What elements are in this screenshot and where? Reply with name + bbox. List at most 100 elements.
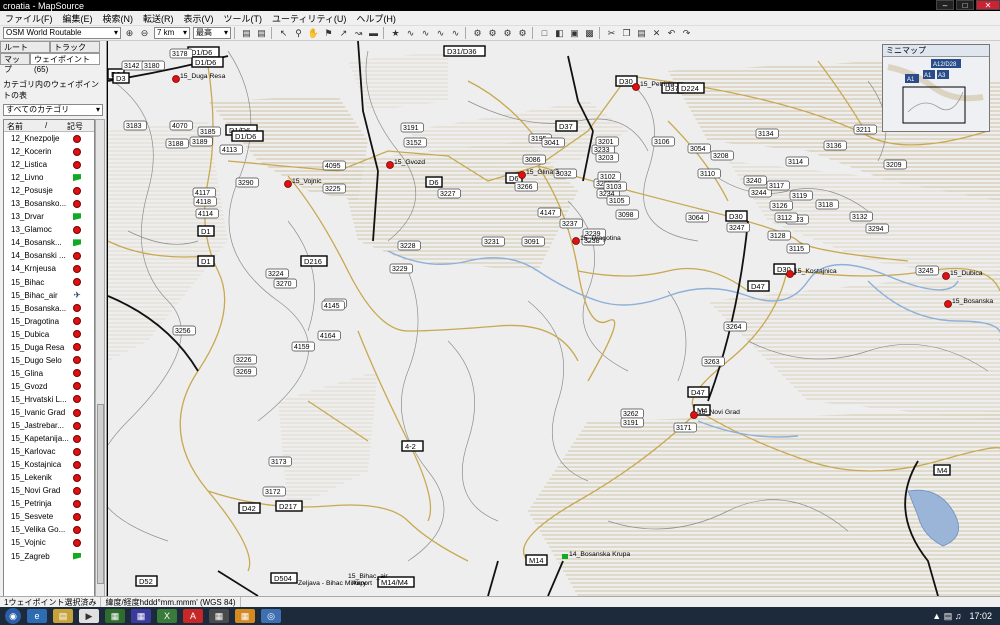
waypoint-marker[interactable] [690, 411, 698, 419]
list-item[interactable]: 15_Glina [4, 367, 94, 380]
layer-icon[interactable]: ∿ [449, 27, 462, 39]
menu-find[interactable]: 検索(N) [98, 12, 139, 25]
redo-icon[interactable]: ↷ [680, 27, 693, 39]
col-name-header[interactable]: 名前 [4, 120, 42, 131]
map-layer-icon[interactable]: ★ [389, 27, 402, 39]
waypoint-list[interactable]: 名前 / 記号 12_Knezpolje 12_Kocerin 12_Listica… [3, 119, 95, 605]
copy-icon[interactable]: ❐ [620, 27, 633, 39]
waypoint-marker[interactable] [172, 75, 180, 83]
list-item[interactable]: 15_Bosanska... [4, 302, 94, 315]
waypoint-flag-marker[interactable] [562, 554, 568, 559]
list-item[interactable]: 15_Kostajnica [4, 458, 94, 471]
list-item[interactable]: 15_Vojnic [4, 536, 94, 549]
minimize-button[interactable]: – [936, 0, 954, 10]
list-item[interactable]: 12_Listica [4, 158, 94, 171]
start-button[interactable]: ◉ [5, 608, 21, 624]
waypoint-marker[interactable] [284, 180, 292, 188]
waypoint-list-scrollbar[interactable] [95, 119, 105, 605]
menu-transfer[interactable]: 転送(R) [138, 12, 179, 25]
waypoint-tool-icon[interactable]: ⚑ [322, 27, 335, 39]
app-icon[interactable]: ▦ [131, 609, 151, 623]
maximize-button[interactable]: □ [956, 0, 974, 10]
new-icon[interactable]: □ [538, 27, 551, 39]
list-item[interactable]: 12_Kocerin [4, 145, 94, 158]
map-view[interactable]: D3D3D1/D6D1/D6D1/D6D1/D6D1D1D31/D36D37D3… [108, 41, 1000, 596]
layer-icon[interactable]: ∿ [404, 27, 417, 39]
list-item[interactable]: 13_Bosansko... [4, 197, 94, 210]
map-canvas[interactable]: D3D3D1/D6D1/D6D1/D6D1/D6D1D1D31/D36D37D3… [108, 41, 1000, 596]
layer-icon[interactable]: ∿ [419, 27, 432, 39]
list-item[interactable]: 15_Dubica [4, 328, 94, 341]
category-select[interactable]: すべてのカテゴリ [3, 104, 103, 116]
cut-icon[interactable]: ✂ [605, 27, 618, 39]
delete-icon[interactable]: ✕ [650, 27, 663, 39]
save-icon[interactable]: ▣ [568, 27, 581, 39]
list-item[interactable]: 15_Bihac_air ✈ [4, 289, 94, 302]
list-item[interactable]: 15_Lekenik [4, 471, 94, 484]
detail-select[interactable]: 最高 [193, 27, 231, 39]
track-tool-icon[interactable]: ↝ [352, 27, 365, 39]
scrollbar-thumb[interactable] [97, 404, 104, 584]
print-icon[interactable]: ▩ [583, 27, 596, 39]
tab-waypoints[interactable]: ウェイポイント (65) [30, 53, 100, 74]
tab-routes[interactable]: ルート [0, 41, 50, 53]
zoom-tool-icon[interactable]: ⚲ [292, 27, 305, 39]
list-item[interactable]: 13_Drvar [4, 210, 94, 223]
zoom-scale-select[interactable]: 7 km [154, 27, 190, 39]
list-item[interactable]: 14_Bosansk... [4, 236, 94, 249]
list-item[interactable]: 15_Novi Grad [4, 484, 94, 497]
list-item[interactable]: 12_Livno [4, 171, 94, 184]
list-item[interactable]: 12_Knezpolje [4, 132, 94, 145]
tray-icons[interactable]: ▲ ▤ ♫ [932, 611, 961, 622]
list-item[interactable]: 12_Posusje [4, 184, 94, 197]
media-icon[interactable]: ▶ [79, 609, 99, 623]
menu-tools[interactable]: ツール(T) [219, 12, 268, 25]
list-item[interactable]: 15_Bihac [4, 276, 94, 289]
list-item[interactable]: 15_Karlovac [4, 445, 94, 458]
paste-icon[interactable]: ▤ [635, 27, 648, 39]
explorer-icon[interactable]: ▤ [53, 609, 73, 623]
tab-tracks[interactable]: トラック [50, 41, 100, 53]
find-places-icon[interactable]: ⚙ [471, 27, 484, 39]
zoom-in-icon[interactable]: ⊕ [123, 27, 136, 39]
minimap-panel[interactable]: ミニマップ A12/D28 A1 A1 A3 [882, 44, 990, 132]
map-product-select[interactable]: OSM World Routable [3, 27, 121, 39]
measure-tool-icon[interactable]: ▬ [367, 27, 380, 39]
list-item[interactable]: 15_Ivanic Grad [4, 406, 94, 419]
app-icon[interactable]: ▦ [235, 609, 255, 623]
route-tool-icon[interactable]: ↗ [337, 27, 350, 39]
app-icon[interactable]: ▦ [105, 609, 125, 623]
menu-file[interactable]: ファイル(F) [0, 12, 58, 25]
find-icon[interactable]: ⚙ [486, 27, 499, 39]
acrobat-icon[interactable]: A [183, 609, 203, 623]
minimap-canvas[interactable]: A12/D28 A1 A1 A3 [883, 57, 989, 131]
list-item[interactable]: 15_Petrinja [4, 497, 94, 510]
excel-icon[interactable]: X [157, 609, 177, 623]
layer-icon[interactable]: ∿ [434, 27, 447, 39]
hand-tool-icon[interactable]: ✋ [307, 27, 320, 39]
menu-help[interactable]: ヘルプ(H) [351, 12, 401, 25]
list-item[interactable]: 15_Gvozd [4, 380, 94, 393]
list-item[interactable]: 14_Krnjeusa [4, 262, 94, 275]
waypoint-marker[interactable] [632, 83, 640, 91]
tab-maps[interactable]: マップ [0, 53, 30, 74]
list-item[interactable]: 15_Kapetanija... [4, 432, 94, 445]
list-item[interactable]: 15_Sesvete [4, 510, 94, 523]
waypoint-marker[interactable] [572, 237, 580, 245]
list-item[interactable]: 15_Duga Resa [4, 341, 94, 354]
waypoint-marker[interactable] [942, 272, 950, 280]
undo-icon[interactable]: ↶ [665, 27, 678, 39]
list-item[interactable]: 15_Hrvatski L... [4, 393, 94, 406]
menu-edit[interactable]: 編集(E) [58, 12, 98, 25]
list-item[interactable]: 15_Dragotina [4, 315, 94, 328]
menu-view[interactable]: 表示(V) [179, 12, 219, 25]
receive-from-device-icon[interactable]: ▤ [240, 27, 253, 39]
find-icon[interactable]: ⚙ [501, 27, 514, 39]
waypoint-marker[interactable] [518, 171, 526, 179]
find-icon[interactable]: ⚙ [516, 27, 529, 39]
list-item[interactable]: 15_Dugo Selo [4, 354, 94, 367]
app-icon[interactable]: ▦ [209, 609, 229, 623]
list-item[interactable]: 15_Velika Go... [4, 523, 94, 536]
waypoint-marker[interactable] [944, 300, 952, 308]
ie-icon[interactable]: e [27, 609, 47, 623]
